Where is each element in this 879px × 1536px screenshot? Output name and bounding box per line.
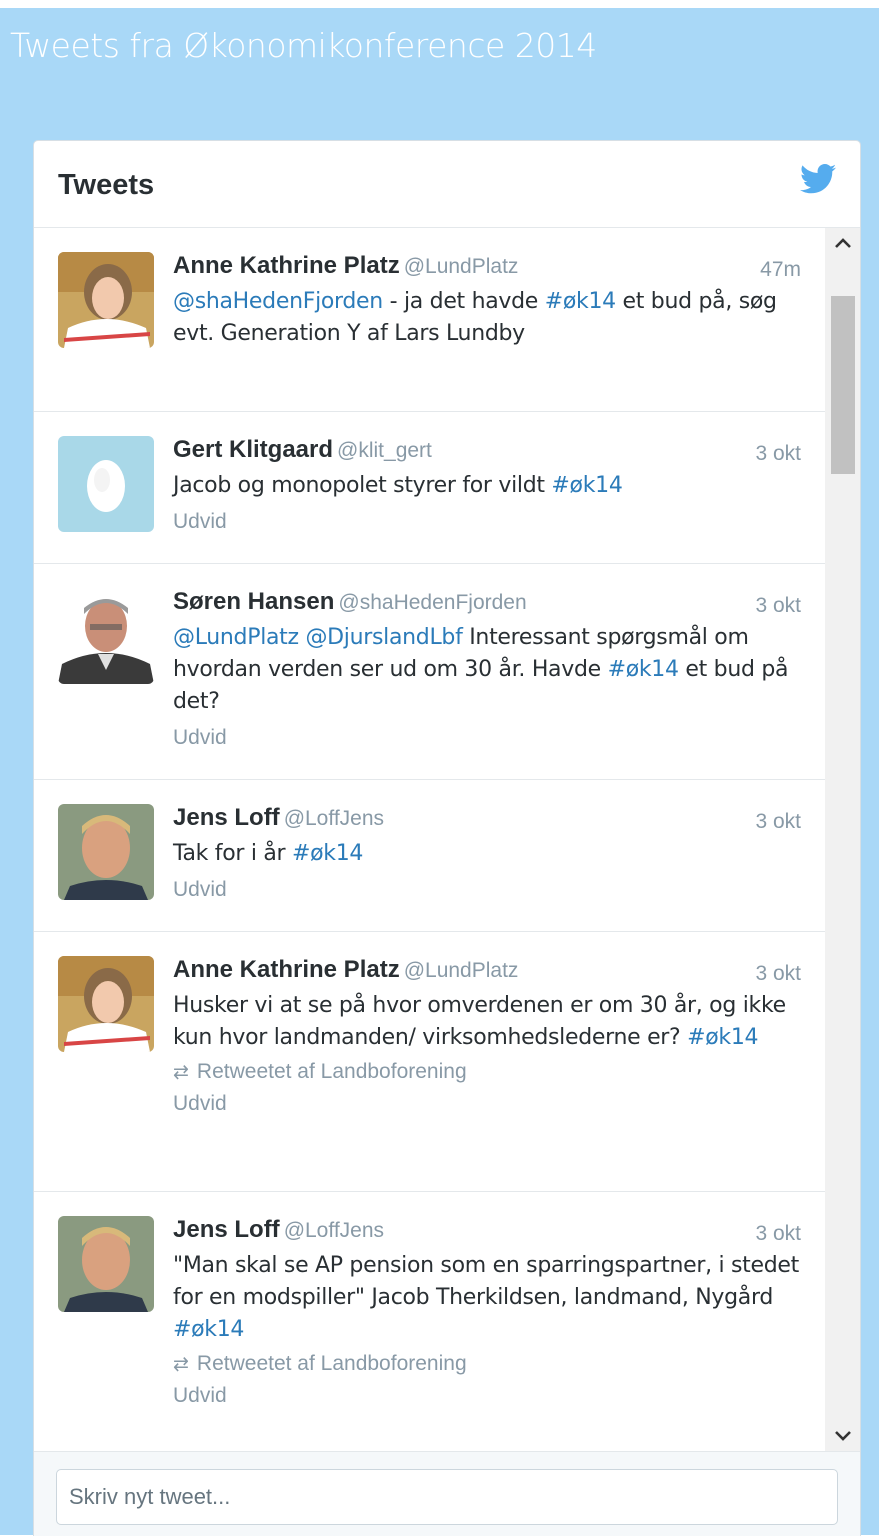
hashtag-link[interactable]: #øk14: [608, 657, 679, 682]
widget-title: Tweets: [58, 169, 155, 201]
avatar[interactable]: [58, 436, 154, 532]
hashtag-link[interactable]: #øk14: [687, 1025, 758, 1050]
tweet-author-handle[interactable]: @shaHedenFjorden: [338, 591, 526, 614]
tweet-timestamp[interactable]: 3 okt: [755, 962, 801, 986]
tweet-text-segment: - ja det havde: [382, 289, 545, 314]
chevron-down-icon: [834, 1431, 851, 1441]
tweet-author-handle[interactable]: @LoffJens: [284, 807, 384, 830]
hashtag-link[interactable]: #øk14: [551, 473, 622, 498]
avatar[interactable]: [58, 1216, 154, 1312]
expand-link[interactable]: Udvid: [173, 1384, 801, 1408]
tweet-author-handle[interactable]: @LundPlatz: [404, 959, 519, 982]
expand-link[interactable]: Udvid: [173, 510, 801, 534]
retweet-label: Retweetet af Landboforening: [196, 1060, 467, 1083]
mention-link[interactable]: @LundPlatz: [173, 625, 299, 650]
tweet[interactable]: Gert Klitgaard @klit_gert 3 okt Jacob og …: [34, 412, 825, 564]
tweet-timestamp[interactable]: 3 okt: [755, 810, 801, 834]
avatar[interactable]: [58, 252, 154, 348]
mention-link[interactable]: @DjurslandLbf: [305, 625, 462, 650]
tweet-author-name[interactable]: Gert Klitgaard: [173, 436, 333, 463]
hashtag-link[interactable]: #øk14: [545, 289, 616, 314]
expand-link[interactable]: Udvid: [173, 878, 801, 902]
tweet-timestamp[interactable]: 3 okt: [755, 442, 801, 466]
scrollbar-thumb[interactable]: [831, 296, 855, 474]
tweet-text-segment: "Man skal se AP pension som en sparrings…: [173, 1253, 799, 1310]
expand-link[interactable]: Udvid: [173, 1092, 801, 1116]
scroll-down-button[interactable]: [825, 1421, 860, 1451]
page-title: Tweets fra Økonomikonference 2014: [10, 26, 597, 65]
retweet-context: ⇄ Retweetet af Landboforening: [173, 1060, 801, 1084]
widget-footer: [34, 1451, 860, 1536]
tweet-timeline[interactable]: Anne Kathrine Platz @LundPlatz 47m @shaHe…: [34, 228, 825, 1451]
tweet[interactable]: Søren Hansen @shaHedenFjorden 3 okt @Lund…: [34, 564, 825, 780]
retweet-icon: ⇄: [173, 1062, 189, 1083]
retweet-label: Retweetet af Landboforening: [196, 1352, 467, 1375]
expand-link[interactable]: Udvid: [173, 726, 801, 750]
avatar[interactable]: [58, 804, 154, 900]
tweet[interactable]: Jens Loff @LoffJens 3 okt "Man skal se AP…: [34, 1192, 825, 1451]
tweet-text: Jacob og monopolet styrer for vildt #øk1…: [173, 470, 801, 502]
twitter-bird-icon[interactable]: [800, 163, 836, 195]
avatar[interactable]: [58, 956, 154, 1052]
tweet-text: Husker vi at se på hvor omverdenen er om…: [173, 990, 801, 1054]
mention-link[interactable]: @shaHedenFjorden: [173, 289, 383, 314]
tweet[interactable]: Jens Loff @LoffJens 3 okt Tak for i år #ø…: [34, 780, 825, 932]
tweet-text-segment: Jacob og monopolet styrer for vildt: [173, 473, 552, 498]
tweet-text: @shaHedenFjorden - ja det havde #øk14 et…: [173, 286, 801, 350]
tweet-text: Tak for i år #øk14: [173, 838, 801, 870]
twitter-timeline-widget: Tweets Anne Kathrine Platz @LundPlatz 47…: [33, 140, 861, 1536]
timeline-scrollbar[interactable]: [825, 228, 860, 1451]
avatar[interactable]: [58, 588, 154, 684]
chevron-up-icon: [834, 238, 851, 248]
tweet-author-handle[interactable]: @klit_gert: [337, 439, 432, 462]
scroll-up-button[interactable]: [825, 228, 860, 258]
tweet[interactable]: Anne Kathrine Platz @LundPlatz 3 okt Husk…: [34, 932, 825, 1192]
tweet-author-name[interactable]: Anne Kathrine Platz: [173, 252, 400, 279]
tweet-author-name[interactable]: Anne Kathrine Platz: [173, 956, 400, 983]
tweet-timestamp[interactable]: 47m: [760, 258, 801, 282]
hashtag-link[interactable]: #øk14: [173, 1317, 244, 1342]
tweet-text: @LundPlatz @DjurslandLbf Interessant spø…: [173, 622, 801, 718]
tweet-text: "Man skal se AP pension som en sparrings…: [173, 1250, 801, 1346]
tweet-author-handle[interactable]: @LundPlatz: [404, 255, 519, 278]
tweet-timestamp[interactable]: 3 okt: [755, 594, 801, 618]
tweet-author-name[interactable]: Jens Loff: [173, 1216, 280, 1243]
hashtag-link[interactable]: #øk14: [292, 841, 363, 866]
retweet-icon: ⇄: [173, 1354, 189, 1375]
compose-tweet-input[interactable]: [56, 1469, 838, 1525]
tweet-author-name[interactable]: Søren Hansen: [173, 588, 334, 615]
widget-header: Tweets: [34, 141, 860, 228]
tweet-text-segment: Tak for i år: [173, 841, 292, 866]
tweet-timestamp[interactable]: 3 okt: [755, 1222, 801, 1246]
tweet[interactable]: Anne Kathrine Platz @LundPlatz 47m @shaHe…: [34, 228, 825, 412]
retweet-context: ⇄ Retweetet af Landboforening: [173, 1352, 801, 1376]
tweet-author-handle[interactable]: @LoffJens: [284, 1219, 384, 1242]
tweet-author-name[interactable]: Jens Loff: [173, 804, 280, 831]
